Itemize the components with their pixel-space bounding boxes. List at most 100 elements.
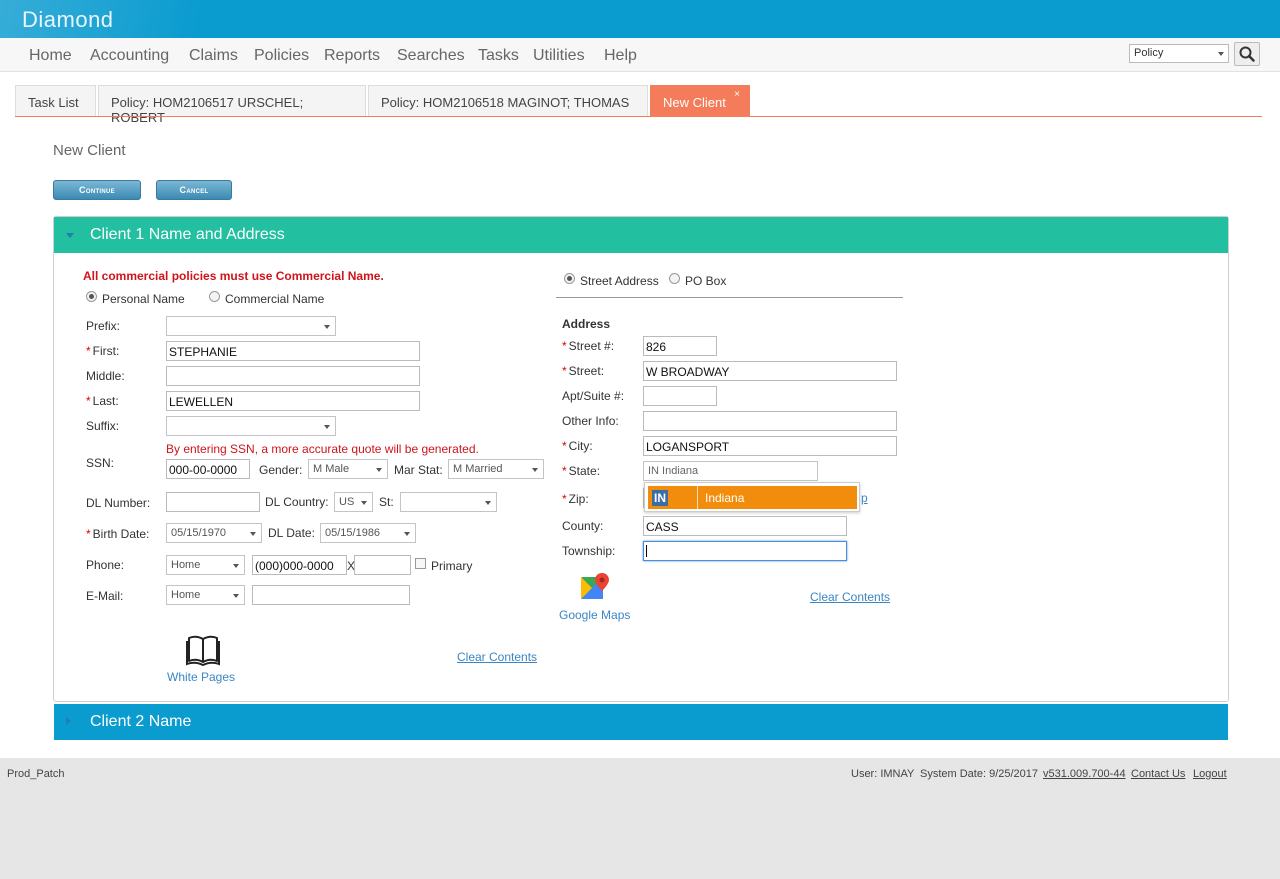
other-info-input[interactable] [643, 411, 897, 431]
tab-task-list[interactable]: Task List [15, 85, 96, 116]
contact-us-link[interactable]: Contact Us [1131, 768, 1185, 780]
dl-state-label: St: [379, 495, 394, 509]
google-maps-button[interactable] [580, 572, 610, 602]
book-icon [186, 635, 220, 667]
dl-country-select[interactable]: US [334, 492, 373, 512]
version-link[interactable]: v531.009.700-44 [1043, 768, 1126, 780]
nav-searches[interactable]: Searches [397, 47, 465, 65]
birth-date-picker[interactable]: 05/15/1970 [166, 523, 262, 543]
page-title: New Client [53, 142, 126, 159]
tab-policy-maginot[interactable]: Policy: HOM2106518 MAGINOT; THOMAS [368, 85, 648, 116]
dl-state-select[interactable] [400, 492, 497, 512]
google-maps-link[interactable]: Google Maps [559, 608, 630, 622]
street-input[interactable]: W BROADWAY [643, 361, 897, 381]
ssn-label: SSN: [86, 456, 115, 470]
primary-checkbox[interactable] [415, 558, 426, 569]
email-input[interactable] [252, 585, 410, 605]
chevron-down-icon [404, 532, 410, 536]
middle-name-input[interactable] [166, 366, 420, 386]
commercial-warning: All commercial policies must use Commerc… [83, 269, 384, 283]
clear-contents-left[interactable]: Clear Contents [457, 650, 537, 664]
tab-new-client[interactable]: New Client × [650, 85, 750, 116]
logout-link[interactable]: Logout [1193, 768, 1227, 780]
chevron-down-icon [485, 501, 491, 505]
chevron-down-icon [532, 468, 538, 472]
expand-icon [66, 717, 71, 725]
search-scope-select[interactable]: Policy [1129, 44, 1229, 63]
dl-number-label: DL Number: [86, 496, 151, 510]
dl-country-label: DL Country: [265, 495, 329, 509]
last-name-input[interactable]: LEWELLEN [166, 391, 420, 411]
cancel-button[interactable]: Cancel [156, 180, 232, 200]
nav-claims[interactable]: Claims [189, 47, 238, 65]
state-combobox[interactable]: IN Indiana [643, 461, 818, 481]
address-divider [556, 297, 903, 298]
zip-lookup-link[interactable]: p [861, 491, 868, 505]
nav-accounting[interactable]: Accounting [90, 47, 169, 65]
email-type-value: Home [171, 589, 201, 601]
county-input[interactable]: CASS [643, 516, 847, 536]
email-type-select[interactable]: Home [166, 585, 245, 605]
city-input[interactable]: LOGANSPORT [643, 436, 897, 456]
search-icon [1239, 46, 1255, 62]
state-autocomplete-list: IN Indiana [644, 482, 860, 512]
phone-input[interactable]: (000)000-0000 [252, 555, 347, 575]
suffix-select[interactable] [166, 416, 336, 436]
dl-number-input[interactable] [166, 492, 260, 512]
personal-name-label: Personal Name [102, 292, 185, 306]
ssn-input[interactable]: 000-00-0000 [166, 459, 250, 479]
white-pages-button[interactable] [185, 633, 221, 667]
email-label: E-Mail: [86, 589, 124, 603]
dl-date-label: DL Date: [268, 526, 315, 540]
chevron-down-icon [324, 325, 330, 329]
dl-date-picker[interactable]: 05/15/1986 [320, 523, 416, 543]
apt-input[interactable] [643, 386, 717, 406]
white-pages-link[interactable]: White Pages [167, 670, 235, 684]
nav-utilities[interactable]: Utilities [533, 47, 585, 65]
commercial-name-radio[interactable] [209, 291, 220, 302]
main-nav: Home Accounting Claims Policies Reports … [0, 38, 1280, 72]
continue-button[interactable]: Continue [53, 180, 141, 200]
city-label: City: [562, 439, 593, 453]
clear-contents-right[interactable]: Clear Contents [810, 590, 890, 604]
brand-logo[interactable]: Diamond [22, 7, 114, 33]
search-button[interactable] [1234, 42, 1260, 66]
phone-ext-input[interactable] [354, 555, 411, 575]
personal-name-radio[interactable] [86, 291, 97, 302]
client1-panel-header[interactable]: Client 1 Name and Address [54, 217, 1228, 253]
street-address-radio[interactable] [564, 273, 575, 284]
chevron-down-icon [233, 594, 239, 598]
nav-help[interactable]: Help [604, 47, 637, 65]
nav-reports[interactable]: Reports [324, 47, 380, 65]
phone-type-select[interactable]: Home [166, 555, 245, 575]
first-name-input[interactable]: STEPHANIE [166, 341, 420, 361]
chevron-down-icon [324, 425, 330, 429]
street-num-input[interactable]: 826 [643, 336, 717, 356]
nav-tasks[interactable]: Tasks [478, 47, 519, 65]
marital-status-select[interactable]: M Married [448, 459, 544, 479]
other-info-label: Other Info: [562, 414, 619, 428]
state-label: State: [562, 464, 600, 478]
nav-policies[interactable]: Policies [254, 47, 309, 65]
client2-panel-header[interactable]: Client 2 Name [54, 704, 1228, 740]
close-icon[interactable]: × [734, 89, 740, 100]
gender-select[interactable]: M Male [308, 459, 388, 479]
system-date: System Date: 9/25/2017 [920, 768, 1039, 780]
chevron-down-icon [250, 532, 256, 536]
tab-policy-urschel[interactable]: Policy: HOM2106517 URSCHEL; ROBERT [98, 85, 366, 125]
map-pin-icon [581, 573, 609, 599]
tab-label: Task List [28, 95, 79, 110]
street-num-label: Street #: [562, 339, 614, 353]
state-option-indiana[interactable]: IN Indiana [648, 486, 857, 509]
panel-title: Client 2 Name [90, 713, 192, 730]
township-input[interactable] [643, 541, 847, 561]
po-box-radio[interactable] [669, 273, 680, 284]
chevron-down-icon [233, 564, 239, 568]
state-name: Indiana [705, 491, 745, 505]
app-header: Diamond [0, 0, 1280, 38]
chevron-down-icon [376, 468, 382, 472]
phone-label: Phone: [86, 558, 125, 572]
prefix-select[interactable] [166, 316, 336, 336]
nav-home[interactable]: Home [29, 47, 72, 65]
panel-title: Client 1 Name and Address [90, 226, 285, 243]
